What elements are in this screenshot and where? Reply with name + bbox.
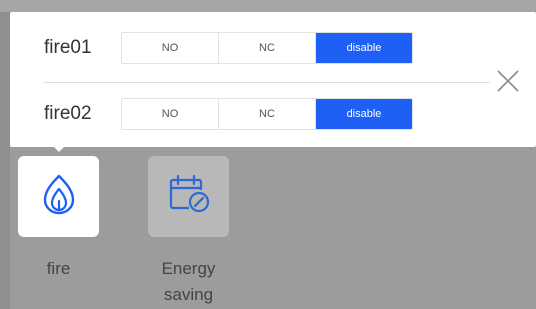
config-row-fire01: fire01 NO NC disable (10, 28, 536, 68)
row-divider (44, 82, 490, 83)
config-row-label: fire01 (44, 37, 92, 58)
popup-pointer (51, 144, 67, 152)
mode-option-nc[interactable]: NC (219, 99, 316, 129)
close-button[interactable] (496, 69, 520, 93)
mode-segmented-control: NO NC disable (121, 32, 413, 64)
calendar-leaf-icon (167, 174, 211, 219)
device-tile-energy-saving[interactable] (148, 156, 229, 237)
close-icon (496, 70, 520, 97)
mode-option-nc[interactable]: NC (219, 33, 316, 63)
config-row-label: fire02 (44, 103, 92, 124)
mode-option-disable[interactable]: disable (316, 33, 412, 63)
mode-option-disable[interactable]: disable (316, 99, 412, 129)
fire-config-popup: fire01 NO NC disable fire02 NO NC disabl… (10, 12, 536, 147)
mode-segmented-control: NO NC disable (121, 98, 413, 130)
config-row-fire02: fire02 NO NC disable (10, 94, 536, 134)
device-label-fire: fire (46, 259, 71, 278)
background-top-strip (0, 0, 536, 12)
device-label-energy-line2: saving (163, 285, 214, 304)
mode-option-no[interactable]: NO (122, 99, 219, 129)
mode-option-no[interactable]: NO (122, 33, 219, 63)
device-tile-fire[interactable] (18, 156, 99, 237)
device-label-energy-line1: Energy (161, 259, 216, 278)
flame-icon (41, 173, 77, 220)
background-left-strip (0, 12, 10, 309)
device-label-energy-saving: Energy saving (138, 256, 239, 308)
